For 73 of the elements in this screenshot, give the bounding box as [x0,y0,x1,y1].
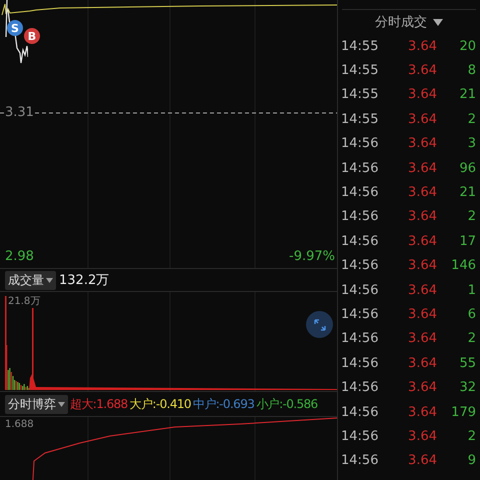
trade-volume: 55 [458,356,476,371]
trade-price: 3.64 [407,258,437,274]
trade-volume: 179 [450,404,476,420]
price-label: 2.98 [5,249,34,264]
trade-price: 3.64 [407,282,437,298]
flow-value: 中户:-0.693 [192,396,254,412]
dropdown-icon [58,402,65,406]
trade-price: 3.64 [407,306,437,322]
trade-time: 14:56 [341,185,380,200]
trade-marker: B [24,28,40,44]
trade-volume: 2 [466,331,476,346]
trade-time: 14:56 [341,356,380,371]
trade-volume: 146 [450,258,476,274]
trade-price: 3.64 [407,428,437,444]
trade-time: 14:56 [341,404,380,420]
indicator-selector[interactable]: 成交量 [5,270,56,290]
trade-time: 14:56 [341,209,380,224]
trade-time: 14:56 [341,258,380,274]
trade-price: 3.64 [407,234,437,249]
trade-price: 3.64 [407,331,437,346]
trade-volume: 17 [458,234,476,249]
trade-volume: 6 [466,306,476,322]
trade-time: 14:55 [341,38,380,54]
trade-time: 14:56 [341,380,380,396]
trade-price: 3.64 [407,38,437,54]
trade-time: 14:56 [341,136,380,152]
trade-list-selector[interactable]: 分时成交 [342,9,476,34]
trade-price: 3.64 [407,136,437,152]
trade-price: 3.64 [407,160,437,176]
trade-volume: 96 [458,160,476,176]
trade-time: 14:56 [341,282,380,298]
expand-button[interactable] [306,311,333,338]
dropdown-icon [433,18,443,26]
trade-volume: 2 [466,428,476,444]
change-label: -9.97% [289,249,335,264]
trade-time: 14:56 [341,453,380,468]
trade-time: 14:56 [341,428,380,444]
trade-volume: 32 [458,380,476,396]
trade-volume: 21 [458,185,476,200]
flow-value: 超大:1.688 [70,396,128,412]
trade-price: 3.64 [407,453,437,468]
trade-volume: 3 [466,136,476,152]
trade-volume: 2 [466,112,476,127]
trade-price: 3.64 [407,380,437,396]
trade-price: 3.64 [407,63,437,78]
trade-marker: S [7,20,23,36]
trade-time: 14:55 [341,87,380,102]
trade-price: 3.64 [407,209,437,224]
flow-value: 小户:-0.586 [256,396,318,412]
indicator-selector[interactable]: 分时博弈 [5,394,68,414]
trade-price: 3.64 [407,87,437,102]
trade-time: 14:56 [341,160,380,176]
trade-price: 3.64 [407,112,437,127]
trade-time: 14:56 [341,331,380,346]
trade-time: 14:55 [341,112,380,127]
dropdown-icon [46,278,53,282]
trade-time: 14:56 [341,306,380,322]
trade-volume: 9 [466,453,476,468]
axis-label: 1.688 [5,419,34,430]
trade-price: 3.64 [407,404,437,420]
trade-time: 14:56 [341,234,380,249]
axis-label: 21.8万 [8,294,42,308]
trade-volume: 8 [466,63,476,78]
trade-volume: 20 [458,38,476,54]
trade-price: 3.64 [407,356,437,371]
flow-value: 大户:-0.410 [130,396,191,412]
expand-icon [312,318,326,332]
trade-volume: 2 [466,209,476,224]
trade-volume: 21 [458,87,476,102]
trade-time: 14:55 [341,63,380,78]
volume-total: 132.2万 [59,272,110,289]
trade-price: 3.64 [407,185,437,200]
trade-volume: 1 [466,282,476,298]
